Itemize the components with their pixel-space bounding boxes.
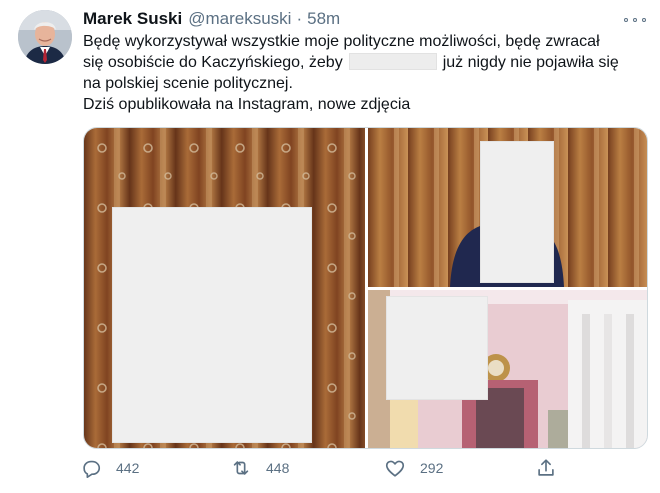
photo-1[interactable]	[84, 128, 365, 448]
avatar[interactable]	[18, 10, 72, 64]
tweet: Marek Suski @mareksuski · 58m Będę wykor…	[0, 0, 660, 493]
tweet-text-line: na polskiej scenie politycznej.	[83, 75, 293, 92]
timestamp[interactable]: 58m	[307, 8, 340, 30]
author-name[interactable]: Marek Suski	[83, 8, 182, 30]
redacted-face	[480, 141, 554, 283]
share-icon	[538, 459, 554, 476]
tweet-text-line: Będę wykorzystywał wszystkie moje polity…	[83, 33, 600, 50]
author-handle[interactable]: @mareksuski	[188, 8, 291, 30]
share-button[interactable]	[535, 456, 557, 480]
redacted-face	[112, 207, 312, 443]
more-icon[interactable]	[624, 16, 646, 24]
redacted-face	[386, 296, 488, 400]
reply-button[interactable]: 442	[80, 456, 139, 480]
retweet-count: 448	[266, 460, 290, 476]
reply-icon	[83, 460, 101, 478]
retweet-button[interactable]: 448	[230, 456, 289, 480]
tweet-actions: 442 448 292	[80, 456, 560, 480]
tweet-text-segment: już nigdy nie pojawiła się	[442, 54, 619, 71]
tweet-text: Będę wykorzystywał wszystkie moje polity…	[83, 31, 643, 115]
tweet-text-line: się osobiście do Kaczyńskiego, żeby już n…	[83, 52, 643, 73]
like-count: 292	[420, 460, 444, 476]
reply-count: 442	[116, 460, 140, 476]
photo-2[interactable]	[368, 128, 647, 287]
heart-icon	[385, 460, 405, 477]
separator-dot: ·	[296, 9, 303, 28]
photo-3[interactable]	[368, 290, 647, 448]
like-button[interactable]: 292	[384, 456, 443, 480]
redacted-name	[348, 53, 437, 70]
tweet-header: Marek Suski @mareksuski · 58m	[83, 8, 340, 30]
tweet-text-line: Dziś opublikowała na Instagram, nowe zdj…	[83, 96, 411, 113]
retweet-icon	[233, 461, 249, 475]
media-grid	[83, 127, 648, 449]
tweet-text-segment: się osobiście do Kaczyńskiego, żeby	[83, 54, 343, 71]
